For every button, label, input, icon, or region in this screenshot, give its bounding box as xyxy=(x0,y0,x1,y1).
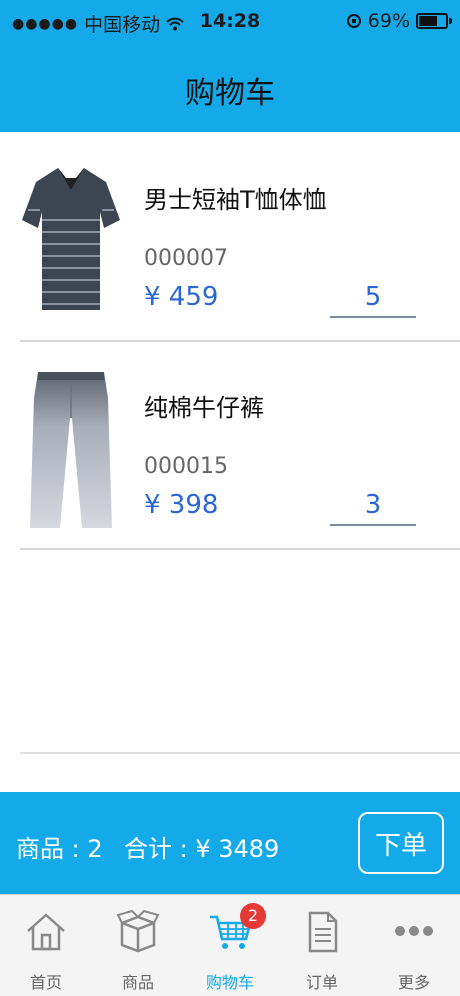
more-icon xyxy=(395,926,433,936)
home-icon xyxy=(27,913,65,951)
cart-badge: 2 xyxy=(240,903,266,929)
product-price: ¥ 398 xyxy=(144,490,219,520)
product-name: 男士短袖T恤体恤 xyxy=(144,186,327,214)
tab-label: 购物车 xyxy=(205,973,254,992)
product-image-polo-shirt xyxy=(22,168,120,310)
divider xyxy=(20,548,460,550)
box-icon xyxy=(116,909,160,953)
tab-more[interactable]: 更多 xyxy=(368,895,460,996)
orientation-lock-icon xyxy=(346,14,361,28)
tab-label: 更多 xyxy=(397,973,430,992)
battery-percent: 69% xyxy=(367,10,410,32)
tab-products[interactable]: 商品 xyxy=(92,895,184,996)
status-bar: ●●●●● 中国移动 14:28 69% xyxy=(0,0,460,44)
tab-label: 订单 xyxy=(305,973,338,992)
item-count: 商品 : 2 xyxy=(16,835,103,863)
battery-icon xyxy=(416,13,452,29)
divider xyxy=(20,752,460,754)
product-image-jeans xyxy=(30,372,112,528)
tab-home[interactable]: 首页 xyxy=(0,895,92,996)
tab-label: 商品 xyxy=(121,973,154,992)
total-price: 合计 : ¥ 3489 xyxy=(124,835,280,863)
page-title: 购物车 xyxy=(185,76,275,111)
cart-summary-bar: 商品 : 2 合计 : ¥ 3489 下单 xyxy=(0,792,460,894)
cart-item[interactable]: 纯棉牛仔裤 000015 ¥ 398 3 xyxy=(0,342,460,550)
quantity-field[interactable]: 3 xyxy=(330,490,416,526)
tab-label: 首页 xyxy=(29,973,62,992)
product-name: 纯棉牛仔裤 xyxy=(144,394,264,422)
tab-cart[interactable]: 2 购物车 xyxy=(184,895,276,996)
product-code: 000007 xyxy=(144,246,228,271)
battery-level xyxy=(419,16,437,26)
document-icon xyxy=(308,911,338,953)
quantity-field[interactable]: 5 xyxy=(330,282,416,318)
cart-item[interactable]: 男士短袖T恤体恤 000007 ¥ 459 5 xyxy=(0,134,460,342)
tab-bar: 首页 商品 2 购物车 订单 更多 xyxy=(0,894,460,996)
place-order-button[interactable]: 下单 xyxy=(358,812,444,874)
product-price: ¥ 459 xyxy=(144,282,219,312)
product-code: 000015 xyxy=(144,454,228,479)
tab-orders[interactable]: 订单 xyxy=(276,895,368,996)
top-bar: ●●●●● 中国移动 14:28 69% 购物车 xyxy=(0,0,460,132)
